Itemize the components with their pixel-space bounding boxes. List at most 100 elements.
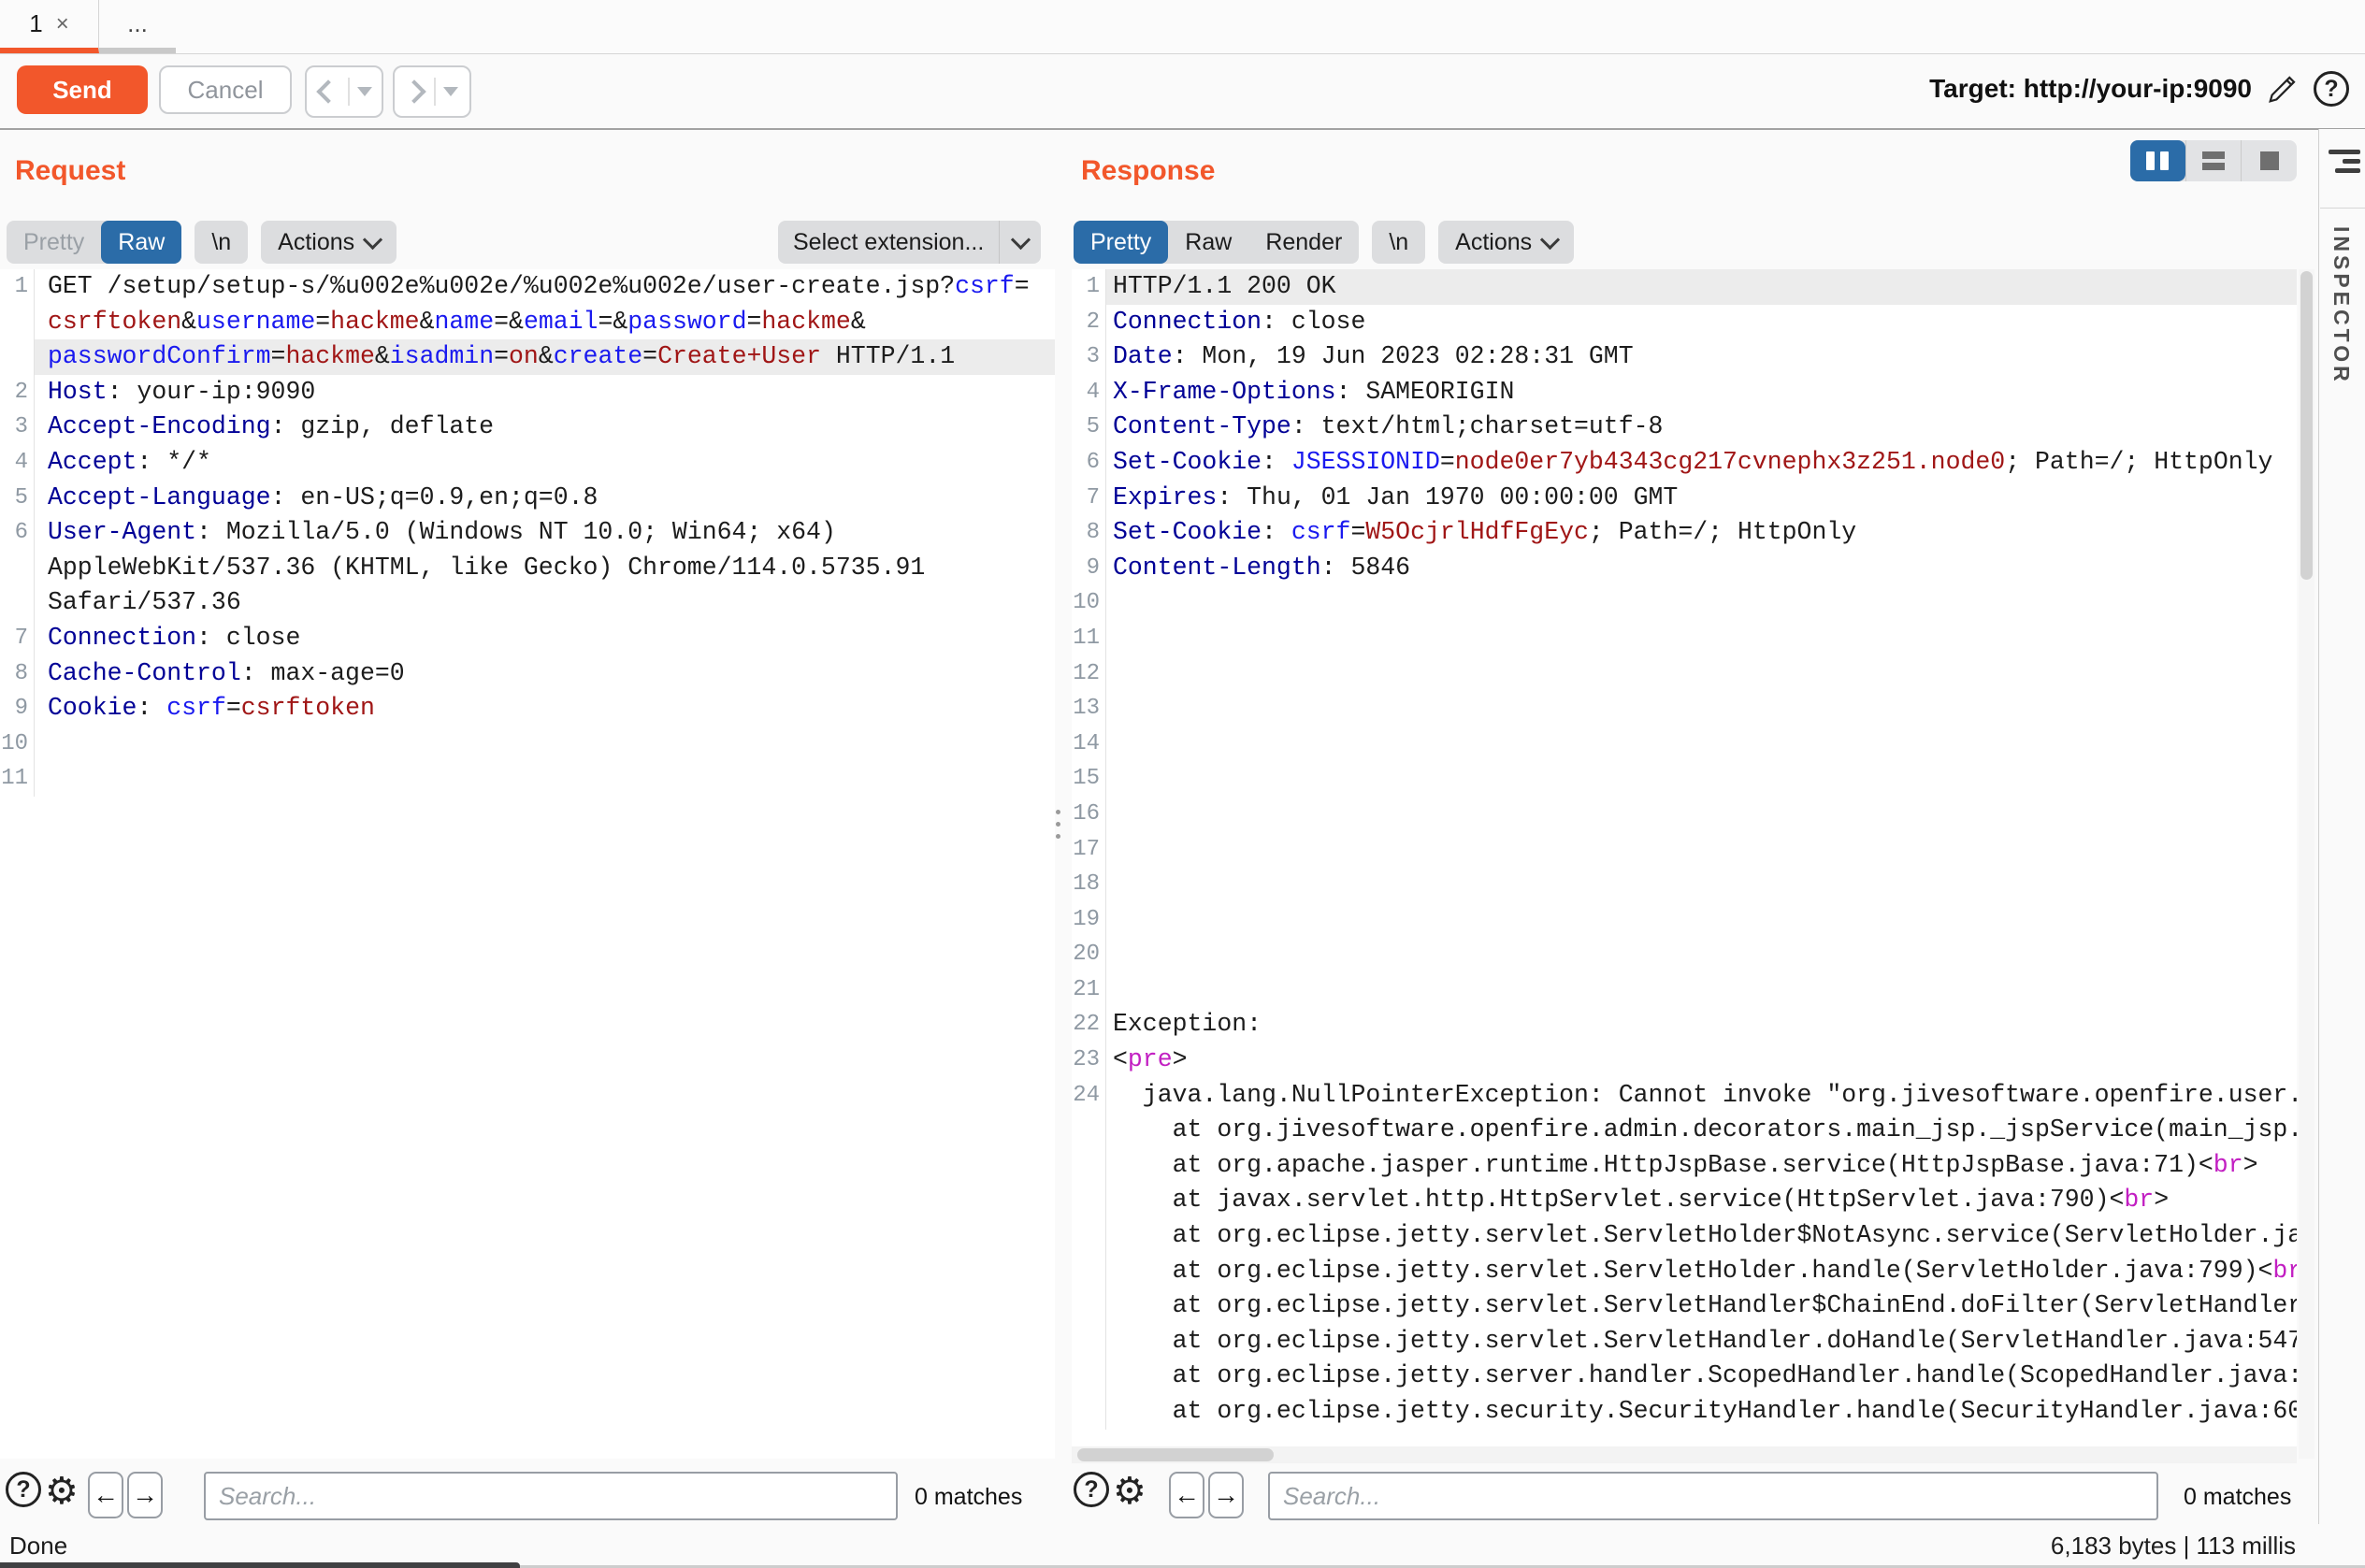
line-text: at org.eclipse.jetty.servlet.ServletHold…: [1106, 1254, 2297, 1289]
search-help-button[interactable]: ?: [1074, 1472, 1109, 1507]
search-next-button[interactable]: →: [127, 1472, 163, 1518]
inspector-collapse-icon[interactable]: [2327, 150, 2360, 173]
code-line: 19: [1072, 902, 2297, 938]
line-text: Exception:: [1106, 1007, 2297, 1043]
layout-columns-button[interactable]: [2130, 140, 2185, 181]
request-tab-raw[interactable]: Raw: [101, 221, 181, 264]
code-line: 11: [1072, 621, 2297, 656]
line-text: Connection: close: [35, 621, 1055, 656]
request-search-input[interactable]: [204, 1472, 898, 1520]
request-actions-button[interactable]: Actions: [261, 221, 397, 264]
response-search-bar: ? ⚙ ← → 0 matches: [1066, 1470, 2297, 1522]
code-line: 9Cookie: csrf=csrftoken: [0, 691, 1055, 726]
code-line: 16: [1072, 797, 2297, 832]
line-number: [1072, 1359, 1106, 1394]
layout-switcher: [2130, 140, 2297, 181]
panel-splitter-grip[interactable]: [1056, 810, 1060, 839]
line-number: 7: [0, 621, 35, 656]
search-prev-button[interactable]: ←: [88, 1472, 123, 1518]
back-dropdown-icon[interactable]: [357, 87, 372, 96]
request-tab-newline[interactable]: \n: [195, 221, 248, 264]
line-text: at javax.servlet.http.HttpServlet.servic…: [1106, 1183, 2297, 1218]
response-search-input[interactable]: [1268, 1472, 2158, 1520]
code-line: 5Content-Type: text/html;charset=utf-8: [1072, 410, 2297, 445]
code-line: 3Accept-Encoding: gzip, deflate: [0, 410, 1055, 445]
code-line: at javax.servlet.http.HttpServlet.servic…: [1072, 1183, 2297, 1218]
line-number: 8: [0, 656, 35, 692]
history-forward-button[interactable]: [393, 65, 471, 118]
request-editor[interactable]: 1GET /setup/setup-s/%u002e%u002e/%u002e%…: [0, 269, 1055, 1459]
line-text: Expires: Thu, 01 Jan 1970 00:00:00 GMT: [1106, 481, 2297, 516]
response-tab-newline[interactable]: \n: [1372, 221, 1425, 264]
request-view-tabs: Pretty Raw \n Actions: [7, 221, 397, 264]
layout-rows-button[interactable]: [2185, 140, 2242, 181]
chevron-right-icon: [402, 79, 425, 103]
response-editor[interactable]: 1HTTP/1.1 200 OK2Connection: close3Date:…: [1072, 269, 2297, 1459]
tab-1[interactable]: 1 ×: [0, 0, 99, 53]
tab-more[interactable]: ...: [99, 0, 176, 53]
arrow-left-icon: ←: [93, 1480, 119, 1510]
layout-single-button[interactable]: [2241, 140, 2297, 181]
search-next-button[interactable]: →: [1208, 1472, 1244, 1518]
code-line: at org.jivesoftware.openfire.admin.decor…: [1072, 1113, 2297, 1148]
help-button[interactable]: ?: [2312, 69, 2351, 108]
line-number: [0, 551, 35, 586]
send-button[interactable]: Send: [17, 65, 148, 114]
code-line: 22Exception:: [1072, 1007, 2297, 1043]
rows-icon: [2202, 151, 2225, 170]
history-back-button[interactable]: [305, 65, 383, 118]
edit-target-button[interactable]: [2263, 69, 2302, 108]
question-icon: ?: [2314, 71, 2349, 107]
line-number: 11: [1072, 621, 1106, 656]
line-text: at org.apache.jasper.runtime.HttpJspBase…: [1106, 1148, 2297, 1184]
search-settings-icon[interactable]: ⚙: [45, 1472, 79, 1511]
line-text: [1106, 621, 2297, 656]
select-extension-dropdown[interactable]: Select extension...: [778, 221, 1041, 264]
code-line: 21: [1072, 972, 2297, 1008]
line-number: 10: [0, 726, 35, 762]
line-text: java.lang.NullPointerException: Cannot i…: [1106, 1078, 2297, 1114]
response-tab-render[interactable]: Render: [1248, 221, 1359, 264]
line-number: [1072, 1113, 1106, 1148]
line-number: [1072, 1254, 1106, 1289]
code-line: at org.eclipse.jetty.servlet.ServletHold…: [1072, 1254, 2297, 1289]
line-number: 6: [1072, 445, 1106, 481]
line-number: [1072, 1148, 1106, 1184]
line-text: Accept-Encoding: gzip, deflate: [35, 410, 1055, 445]
search-prev-button[interactable]: ←: [1169, 1472, 1204, 1518]
line-number: 9: [0, 691, 35, 726]
line-text: Connection: close: [1106, 305, 2297, 340]
request-tab-pretty[interactable]: Pretty: [7, 221, 101, 264]
line-number: 9: [1072, 551, 1106, 586]
code-line: 7Connection: close: [0, 621, 1055, 656]
inspector-title[interactable]: INSPECTOR: [2329, 226, 2354, 385]
response-tab-pretty[interactable]: Pretty: [1074, 221, 1168, 264]
line-number: 20: [1072, 937, 1106, 972]
code-line: 10: [0, 726, 1055, 762]
response-actions-button[interactable]: Actions: [1438, 221, 1574, 264]
response-horizontal-scrollbar[interactable]: [1072, 1446, 2297, 1463]
chevron-down-icon: [1540, 229, 1560, 249]
search-help-button[interactable]: ?: [6, 1472, 41, 1507]
line-text: Set-Cookie: csrf=W5OcjrlHdfFgEyc; Path=/…: [1106, 515, 2297, 551]
arrow-right-icon: →: [132, 1480, 158, 1510]
line-text: [1106, 691, 2297, 726]
response-view-tabs: Pretty Raw Render \n Actions: [1074, 221, 1574, 264]
line-text: [1106, 972, 2297, 1008]
tab-close-icon[interactable]: ×: [56, 11, 69, 37]
line-number: 21: [1072, 972, 1106, 1008]
line-number: 16: [1072, 797, 1106, 832]
cancel-button[interactable]: Cancel: [159, 65, 292, 114]
forward-dropdown-icon[interactable]: [443, 87, 458, 96]
tab-1-label: 1: [29, 9, 42, 38]
tab-more-label: ...: [127, 9, 148, 38]
request-panel-title: Request: [15, 155, 125, 187]
line-text: <pre>: [1106, 1043, 2297, 1078]
response-tab-raw[interactable]: Raw: [1168, 221, 1248, 264]
code-line: 15: [1072, 761, 2297, 797]
response-vertical-scrollbar[interactable]: [2299, 269, 2315, 1459]
line-text: [1106, 937, 2297, 972]
code-line: 6User-Agent: Mozilla/5.0 (Windows NT 10.…: [0, 515, 1055, 551]
search-settings-icon[interactable]: ⚙: [1113, 1472, 1146, 1511]
code-line: 8Set-Cookie: csrf=W5OcjrlHdfFgEyc; Path=…: [1072, 515, 2297, 551]
